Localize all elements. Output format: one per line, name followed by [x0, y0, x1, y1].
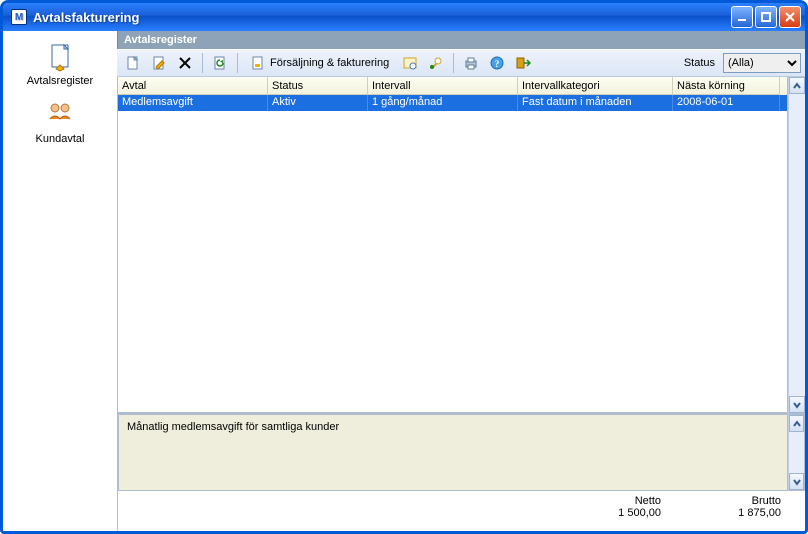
cell-intervallkategori: Fast datum i månaden: [518, 95, 673, 111]
cell-status: Aktiv: [268, 95, 368, 111]
help-button[interactable]: ?: [485, 52, 509, 74]
avtalsregister-icon: [44, 41, 76, 73]
table-row[interactable]: Medlemsavgift Aktiv 1 gång/månad Fast da…: [118, 95, 787, 111]
netto-label: Netto: [541, 495, 661, 507]
client-area: Avtalsregister Kundavtal Avtalsregister: [3, 31, 805, 531]
scroll-down-button[interactable]: [789, 396, 805, 413]
maximize-button[interactable]: [755, 6, 777, 28]
main-panel: Avtalsregister Försäl: [117, 31, 805, 531]
toolbar: Försäljning & fakturering ?: [117, 49, 805, 77]
window-title: Avtalsfakturering: [31, 10, 731, 25]
svg-text:?: ?: [495, 59, 500, 69]
table-body: Medlemsavgift Aktiv 1 gång/månad Fast da…: [118, 95, 787, 412]
new-button[interactable]: [121, 52, 145, 74]
cell-nasta-korning: 2008-06-01: [673, 95, 780, 111]
brutto-column: Brutto 1 875,00: [661, 495, 781, 527]
column-intervall[interactable]: Intervall: [368, 77, 518, 95]
exit-button[interactable]: [511, 52, 535, 74]
print-button[interactable]: [459, 52, 483, 74]
status-label: Status: [684, 57, 715, 69]
toolbar-separator: [237, 53, 238, 73]
minimize-button[interactable]: [731, 6, 753, 28]
delete-icon: [177, 55, 193, 71]
scroll-up-button[interactable]: [789, 415, 804, 432]
sales-invoicing-label: Försäljning & fakturering: [270, 57, 389, 69]
delete-button[interactable]: [173, 52, 197, 74]
column-intervallkategori[interactable]: Intervallkategori: [518, 77, 673, 95]
help-icon: ?: [489, 55, 505, 71]
sidebar-item-label: Kundavtal: [36, 133, 85, 145]
column-avtal[interactable]: Avtal: [118, 77, 268, 95]
scroll-up-button[interactable]: [789, 77, 805, 94]
filter-button[interactable]: [398, 52, 422, 74]
table-header: Avtal Status Intervall Intervallkategori…: [118, 77, 787, 95]
window: M Avtalsfakturering: [0, 0, 808, 534]
column-nasta-korning[interactable]: Nästa körning: [673, 77, 780, 95]
sidebar-item-label: Avtalsregister: [27, 75, 93, 87]
sales-invoicing-button[interactable]: Försäljning & fakturering: [243, 52, 396, 74]
sidebar: Avtalsregister Kundavtal: [3, 31, 117, 531]
table-area: Avtal Status Intervall Intervallkategori…: [117, 77, 805, 413]
edit-icon: [151, 55, 167, 71]
titlebar: M Avtalsfakturering: [3, 3, 805, 31]
netto-column: Netto 1 500,00: [541, 495, 661, 527]
kundavtal-icon: [44, 99, 76, 131]
totals-footer: Netto 1 500,00 Brutto 1 875,00: [117, 491, 805, 531]
refresh-button[interactable]: [208, 52, 232, 74]
scroll-down-button[interactable]: [789, 473, 804, 490]
brutto-value: 1 875,00: [661, 507, 781, 519]
print-icon: [463, 55, 479, 71]
exit-icon: [515, 55, 531, 71]
cell-intervall: 1 gång/månad: [368, 95, 518, 111]
app-icon: M: [11, 9, 27, 25]
sidebar-item-kundavtal[interactable]: Kundavtal: [32, 95, 89, 149]
description-box: Månatlig medlemsavgift för samtliga kund…: [118, 413, 788, 491]
description-scrollbar[interactable]: [788, 413, 805, 491]
edit-button[interactable]: [147, 52, 171, 74]
refresh-icon: [212, 55, 228, 71]
agreements-table: Avtal Status Intervall Intervallkategori…: [118, 77, 788, 413]
filter-icon: [402, 55, 418, 71]
netto-value: 1 500,00: [541, 507, 661, 519]
find-icon: [428, 55, 444, 71]
cell-avtal: Medlemsavgift: [118, 95, 268, 111]
toolbar-separator: [202, 53, 203, 73]
window-controls: [731, 6, 801, 28]
table-scrollbar[interactable]: [788, 77, 805, 413]
close-button[interactable]: [779, 6, 801, 28]
brutto-label: Brutto: [661, 495, 781, 507]
find-button[interactable]: [424, 52, 448, 74]
panel-title: Avtalsregister: [117, 31, 805, 49]
document-icon: [250, 55, 266, 71]
sidebar-item-avtalsregister[interactable]: Avtalsregister: [23, 37, 97, 91]
status-select[interactable]: (Alla): [723, 53, 801, 73]
new-icon: [125, 55, 141, 71]
toolbar-separator: [453, 53, 454, 73]
description-area: Månatlig medlemsavgift för samtliga kund…: [117, 413, 805, 491]
column-status[interactable]: Status: [268, 77, 368, 95]
